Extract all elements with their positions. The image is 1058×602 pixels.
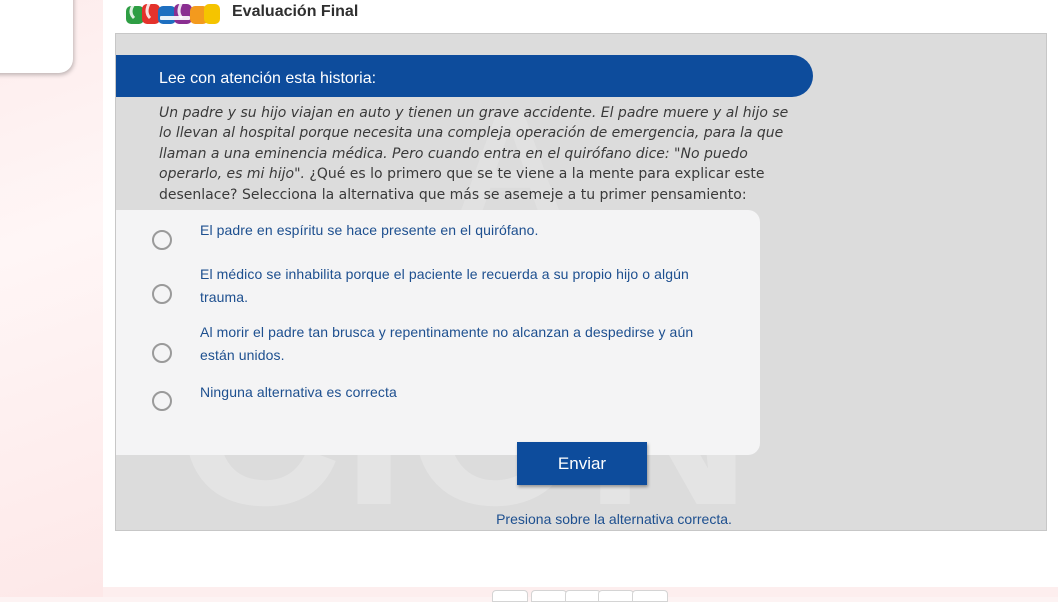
question-banner: Lee con atención esta historia:	[116, 55, 813, 97]
page-background-left	[0, 0, 103, 597]
nav-tab[interactable]	[531, 590, 567, 602]
option-4[interactable]: Ninguna alternativa es correcta	[152, 384, 397, 411]
option-label[interactable]: Ninguna alternativa es correcta	[200, 381, 710, 404]
submit-button[interactable]: Enviar	[517, 442, 647, 485]
radio-button[interactable]	[152, 391, 172, 411]
page-title: Evaluación Final	[232, 3, 359, 20]
option-2[interactable]: El médico se inhabilita porque el pacien…	[152, 266, 689, 305]
option-3[interactable]: Al morir el padre tan brusca y repentina…	[152, 324, 693, 363]
nav-tab[interactable]	[632, 590, 668, 602]
cerca-logo	[126, 1, 220, 24]
nav-tab[interactable]	[492, 590, 528, 602]
question-heading: Lee con atención esta historia:	[159, 70, 377, 87]
question-story: Un padre y su hijo viajan en auto y tien…	[159, 103, 799, 205]
nav-tab[interactable]	[598, 590, 634, 602]
nav-tab[interactable]	[565, 590, 601, 602]
option-label[interactable]: Al morir el padre tan brusca y repentina…	[200, 321, 710, 367]
question-stage: CIÓN A Lee con atención esta historia: U…	[115, 33, 1047, 531]
options-panel: El padre en espíritu se hace presente en…	[116, 210, 760, 455]
radio-button[interactable]	[152, 284, 172, 304]
radio-button[interactable]	[152, 230, 172, 250]
radio-button[interactable]	[152, 343, 172, 363]
option-label[interactable]: El médico se inhabilita porque el pacien…	[200, 263, 710, 309]
option-label[interactable]: El padre en espíritu se hace presente en…	[200, 219, 710, 242]
side-card	[0, 0, 73, 73]
option-1[interactable]: El padre en espíritu se hace presente en…	[152, 222, 538, 250]
instruction-hint: Presiona sobre la alternativa correcta.	[496, 511, 732, 527]
